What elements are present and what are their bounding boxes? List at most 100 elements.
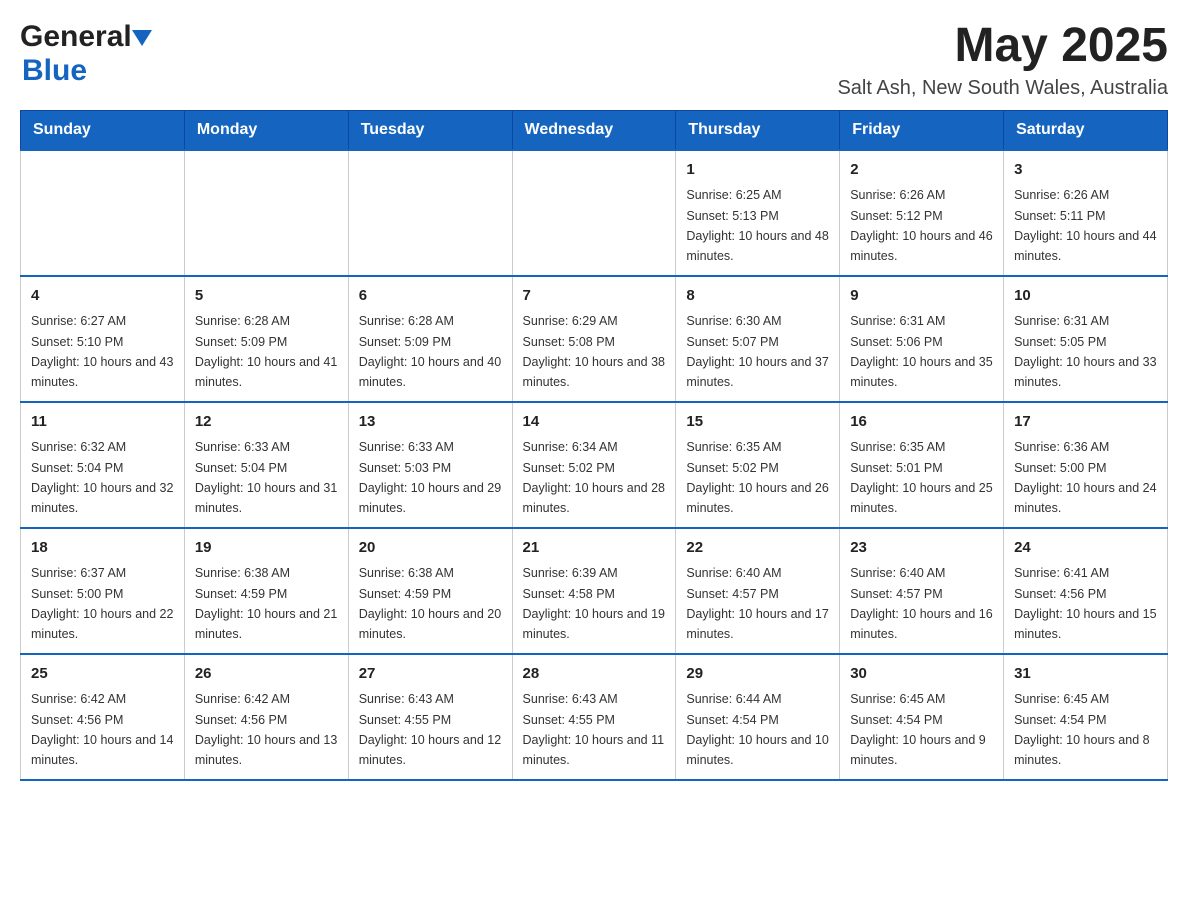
day-info: Sunrise: 6:29 AMSunset: 5:08 PMDaylight:…: [523, 314, 665, 389]
day-info: Sunrise: 6:40 AMSunset: 4:57 PMDaylight:…: [686, 566, 828, 641]
day-of-week-header: Sunday: [21, 110, 185, 150]
day-info: Sunrise: 6:42 AMSunset: 4:56 PMDaylight:…: [31, 692, 173, 767]
logo: General Blue: [20, 20, 152, 88]
day-number: 16: [850, 411, 993, 434]
logo-triangle-icon: [132, 30, 152, 46]
day-info: Sunrise: 6:38 AMSunset: 4:59 PMDaylight:…: [195, 566, 337, 641]
day-info: Sunrise: 6:35 AMSunset: 5:01 PMDaylight:…: [850, 440, 992, 515]
day-of-week-header: Tuesday: [348, 110, 512, 150]
day-info: Sunrise: 6:35 AMSunset: 5:02 PMDaylight:…: [686, 440, 828, 515]
day-number: 5: [195, 285, 338, 308]
day-info: Sunrise: 6:41 AMSunset: 4:56 PMDaylight:…: [1014, 566, 1156, 641]
day-info: Sunrise: 6:42 AMSunset: 4:56 PMDaylight:…: [195, 692, 337, 767]
logo-general-text: General: [20, 20, 132, 54]
calendar-day-cell: 16 Sunrise: 6:35 AMSunset: 5:01 PMDayligh…: [840, 402, 1004, 528]
day-number: 22: [686, 537, 829, 560]
calendar-day-cell: 8Sunrise: 6:30 AMSunset: 5:07 PMDaylight…: [676, 276, 840, 402]
calendar-day-cell: 1 Sunrise: 6:25 AMSunset: 5:13 PMDaylight…: [676, 150, 840, 276]
title-section: May 2025 Salt Ash, New South Wales, Aust…: [837, 20, 1168, 100]
day-info: Sunrise: 6:32 AMSunset: 5:04 PMDaylight:…: [31, 440, 173, 515]
calendar-day-cell: 15 Sunrise: 6:35 AMSunset: 5:02 PMDayligh…: [676, 402, 840, 528]
location-subtitle: Salt Ash, New South Wales, Australia: [837, 77, 1168, 100]
calendar-day-cell: 2 Sunrise: 6:26 AMSunset: 5:12 PMDaylight…: [840, 150, 1004, 276]
day-number: 14: [523, 411, 666, 434]
day-info: Sunrise: 6:26 AMSunset: 5:11 PMDaylight:…: [1014, 188, 1156, 263]
day-info: Sunrise: 6:39 AMSunset: 4:58 PMDaylight:…: [523, 566, 665, 641]
calendar-day-cell: 11Sunrise: 6:32 AMSunset: 5:04 PMDayligh…: [21, 402, 185, 528]
calendar-day-cell: 23 Sunrise: 6:40 AMSunset: 4:57 PMDayligh…: [840, 528, 1004, 654]
day-number: 4: [31, 285, 174, 308]
day-info: Sunrise: 6:45 AMSunset: 4:54 PMDaylight:…: [1014, 692, 1150, 767]
day-info: Sunrise: 6:31 AMSunset: 5:06 PMDaylight:…: [850, 314, 992, 389]
day-number: 6: [359, 285, 502, 308]
day-info: Sunrise: 6:38 AMSunset: 4:59 PMDaylight:…: [359, 566, 501, 641]
day-info: Sunrise: 6:45 AMSunset: 4:54 PMDaylight:…: [850, 692, 986, 767]
day-number: 2: [850, 159, 993, 182]
calendar-day-cell: 20 Sunrise: 6:38 AMSunset: 4:59 PMDayligh…: [348, 528, 512, 654]
calendar-day-cell: 5 Sunrise: 6:28 AMSunset: 5:09 PMDaylight…: [184, 276, 348, 402]
calendar-day-cell: 10Sunrise: 6:31 AMSunset: 5:05 PMDayligh…: [1004, 276, 1168, 402]
calendar-table: SundayMondayTuesdayWednesdayThursdayFrid…: [20, 110, 1168, 781]
day-number: 21: [523, 537, 666, 560]
day-number: 17: [1014, 411, 1157, 434]
calendar-week-row: 1 Sunrise: 6:25 AMSunset: 5:13 PMDaylight…: [21, 150, 1168, 276]
day-number: 9: [850, 285, 993, 308]
day-info: Sunrise: 6:28 AMSunset: 5:09 PMDaylight:…: [195, 314, 337, 389]
day-info: Sunrise: 6:44 AMSunset: 4:54 PMDaylight:…: [686, 692, 828, 767]
calendar-day-cell: 14 Sunrise: 6:34 AMSunset: 5:02 PMDayligh…: [512, 402, 676, 528]
calendar-day-cell: 3Sunrise: 6:26 AMSunset: 5:11 PMDaylight…: [1004, 150, 1168, 276]
calendar-day-cell: 25 Sunrise: 6:42 AMSunset: 4:56 PMDayligh…: [21, 654, 185, 780]
day-info: Sunrise: 6:27 AMSunset: 5:10 PMDaylight:…: [31, 314, 173, 389]
day-number: 10: [1014, 285, 1157, 308]
header-row: SundayMondayTuesdayWednesdayThursdayFrid…: [21, 110, 1168, 150]
day-info: Sunrise: 6:43 AMSunset: 4:55 PMDaylight:…: [523, 692, 665, 767]
calendar-day-cell: [348, 150, 512, 276]
day-number: 28: [523, 663, 666, 686]
calendar-day-cell: 21 Sunrise: 6:39 AMSunset: 4:58 PMDayligh…: [512, 528, 676, 654]
day-number: 29: [686, 663, 829, 686]
day-number: 31: [1014, 663, 1157, 686]
day-number: 12: [195, 411, 338, 434]
calendar-week-row: 25 Sunrise: 6:42 AMSunset: 4:56 PMDayligh…: [21, 654, 1168, 780]
calendar-day-cell: 6Sunrise: 6:28 AMSunset: 5:09 PMDaylight…: [348, 276, 512, 402]
calendar-day-cell: [21, 150, 185, 276]
month-year-title: May 2025: [837, 20, 1168, 73]
calendar-day-cell: 18Sunrise: 6:37 AMSunset: 5:00 PMDayligh…: [21, 528, 185, 654]
day-info: Sunrise: 6:43 AMSunset: 4:55 PMDaylight:…: [359, 692, 501, 767]
day-number: 30: [850, 663, 993, 686]
calendar-week-row: 11Sunrise: 6:32 AMSunset: 5:04 PMDayligh…: [21, 402, 1168, 528]
day-number: 20: [359, 537, 502, 560]
calendar-day-cell: 24Sunrise: 6:41 AMSunset: 4:56 PMDayligh…: [1004, 528, 1168, 654]
calendar-day-cell: 17Sunrise: 6:36 AMSunset: 5:00 PMDayligh…: [1004, 402, 1168, 528]
day-info: Sunrise: 6:40 AMSunset: 4:57 PMDaylight:…: [850, 566, 992, 641]
day-of-week-header: Thursday: [676, 110, 840, 150]
calendar-day-cell: [184, 150, 348, 276]
calendar-day-cell: 12Sunrise: 6:33 AMSunset: 5:04 PMDayligh…: [184, 402, 348, 528]
day-number: 1: [686, 159, 829, 182]
day-number: 19: [195, 537, 338, 560]
day-number: 7: [523, 285, 666, 308]
calendar-header: SundayMondayTuesdayWednesdayThursdayFrid…: [21, 110, 1168, 150]
page-header: General Blue May 2025 Salt Ash, New Sout…: [20, 20, 1168, 100]
day-number: 27: [359, 663, 502, 686]
day-info: Sunrise: 6:34 AMSunset: 5:02 PMDaylight:…: [523, 440, 665, 515]
day-of-week-header: Monday: [184, 110, 348, 150]
day-number: 23: [850, 537, 993, 560]
day-info: Sunrise: 6:26 AMSunset: 5:12 PMDaylight:…: [850, 188, 992, 263]
day-info: Sunrise: 6:25 AMSunset: 5:13 PMDaylight:…: [686, 188, 828, 263]
calendar-day-cell: 28 Sunrise: 6:43 AMSunset: 4:55 PMDayligh…: [512, 654, 676, 780]
day-of-week-header: Friday: [840, 110, 1004, 150]
calendar-day-cell: 26Sunrise: 6:42 AMSunset: 4:56 PMDayligh…: [184, 654, 348, 780]
calendar-day-cell: 31 Sunrise: 6:45 AMSunset: 4:54 PMDayligh…: [1004, 654, 1168, 780]
day-number: 25: [31, 663, 174, 686]
calendar-day-cell: 9 Sunrise: 6:31 AMSunset: 5:06 PMDaylight…: [840, 276, 1004, 402]
calendar-day-cell: 29 Sunrise: 6:44 AMSunset: 4:54 PMDayligh…: [676, 654, 840, 780]
calendar-day-cell: 13Sunrise: 6:33 AMSunset: 5:03 PMDayligh…: [348, 402, 512, 528]
day-number: 15: [686, 411, 829, 434]
calendar-day-cell: [512, 150, 676, 276]
day-number: 13: [359, 411, 502, 434]
calendar-day-cell: 30 Sunrise: 6:45 AMSunset: 4:54 PMDayligh…: [840, 654, 1004, 780]
calendar-week-row: 18Sunrise: 6:37 AMSunset: 5:00 PMDayligh…: [21, 528, 1168, 654]
day-of-week-header: Saturday: [1004, 110, 1168, 150]
calendar-body: 1 Sunrise: 6:25 AMSunset: 5:13 PMDaylight…: [21, 150, 1168, 780]
